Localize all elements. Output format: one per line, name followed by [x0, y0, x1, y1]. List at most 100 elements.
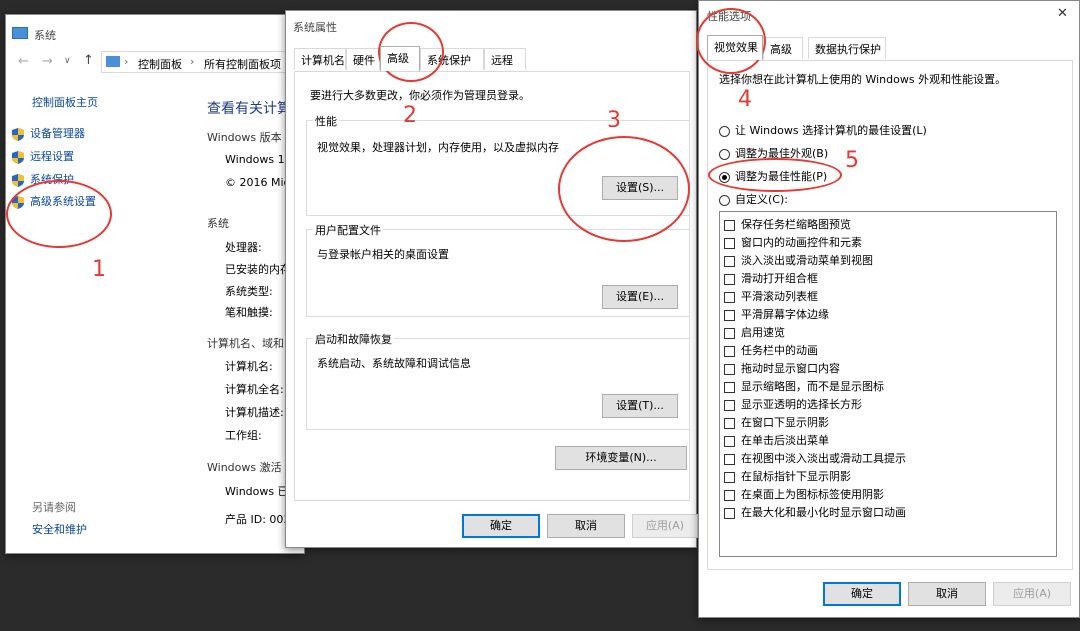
checkbox-item[interactable]: 在最大化和最小化时显示窗口动画 [724, 504, 906, 520]
checkbox-label: 拖动时显示窗口内容 [741, 362, 840, 375]
annotation-circle-advanced-settings [6, 180, 112, 248]
sidebar-item-label: 远程设置 [30, 150, 74, 163]
checkbox-icon [724, 327, 735, 339]
performance-options-dialog: 性能选项 ✕ 视觉效果 高级 数据执行保护 选择你想在此计算机上使用的 Wind… [698, 0, 1080, 618]
annotation-circle-settings-button [558, 136, 690, 242]
checkbox-label: 在桌面上为图标标签使用阴影 [741, 488, 884, 501]
checkbox-icon [724, 417, 735, 429]
checkbox-item[interactable]: 在窗口下显示阴影 [724, 414, 829, 430]
checkbox-item[interactable]: 在视图中淡入淡出或滑动工具提示 [724, 450, 906, 466]
checkbox-icon [724, 489, 735, 501]
tab-advanced[interactable]: 高级 [763, 37, 803, 59]
checkbox-label: 平滑滚动列表框 [741, 290, 818, 303]
checkbox-item[interactable]: 平滑滚动列表框 [724, 288, 818, 304]
tab-visual-effects[interactable]: 视觉效果 [707, 35, 763, 60]
back-arrow-icon[interactable]: ← [18, 54, 29, 69]
ok-button[interactable]: 确定 [823, 582, 901, 606]
checkbox-item[interactable]: 启用速览 [724, 324, 785, 340]
checkbox-label: 窗口内的动画控件和元素 [741, 236, 862, 249]
checkbox-label: 滑动打开组合框 [741, 272, 818, 285]
checkbox-label: 任务栏中的动画 [741, 344, 818, 357]
close-icon[interactable]: ✕ [1057, 6, 1068, 21]
checkbox-item[interactable]: 拖动时显示窗口内容 [724, 360, 840, 376]
radio-let-windows-choose[interactable]: 让 Windows 选择计算机的最佳设置(L) [719, 122, 927, 138]
tab-remote[interactable]: 远程 [484, 48, 526, 70]
checkbox-label: 在单击后淡出菜单 [741, 434, 829, 447]
edition-name: Windows 10 [225, 153, 292, 166]
visual-effects-description: 选择你想在此计算机上使用的 Windows 外观和性能设置。 [719, 73, 1007, 86]
checkbox-icon [724, 381, 735, 393]
checkbox-item[interactable]: 滑动打开组合框 [724, 270, 818, 286]
tab-strip: 计算机名 硬件 高级 系统保护 远程 [294, 46, 690, 72]
checkbox-icon [724, 453, 735, 465]
startup-recovery-settings-button[interactable]: 设置(T)... [602, 394, 678, 418]
checkbox-icon [724, 237, 735, 249]
checkbox-item[interactable]: 保存任务栏缩略图预览 [724, 216, 851, 232]
checkbox-item[interactable]: 在单击后淡出菜单 [724, 432, 829, 448]
annotation-number-1: 1 [92, 257, 106, 282]
full-computer-name-label: 计算机全名: [225, 383, 284, 396]
startup-recovery-description: 系统启动、系统故障和调试信息 [317, 357, 471, 370]
radio-icon [719, 194, 730, 206]
computer-icon [106, 56, 120, 67]
sidebar-item-device-manager[interactable]: 设备管理器 [12, 125, 85, 141]
workgroup-label: 工作组: [225, 429, 262, 442]
checkbox-item[interactable]: 平滑屏幕字体边缘 [724, 306, 829, 322]
up-arrow-icon[interactable]: ↑ [83, 53, 94, 68]
user-profile-description: 与登录帐户相关的桌面设置 [317, 248, 449, 261]
tab-advanced[interactable]: 高级 [380, 46, 420, 71]
chevron-down-icon[interactable]: ∨ [64, 56, 71, 66]
copyright: © 2016 Mic [225, 176, 290, 189]
breadcrumb-all-items[interactable]: 所有控制面板项 [204, 56, 281, 72]
checkbox-label: 显示缩略图，而不是显示图标 [741, 380, 884, 393]
sidebar-item-remote-settings[interactable]: 远程设置 [12, 148, 74, 164]
checkbox-icon [724, 219, 735, 231]
checkbox-label: 显示亚透明的选择长方形 [741, 398, 862, 411]
checkbox-label: 在最大化和最小化时显示窗口动画 [741, 506, 906, 519]
checkbox-icon [724, 399, 735, 411]
startup-recovery-group-title: 启动和故障恢复 [313, 331, 394, 347]
address-bar[interactable]: › 控制面板 › 所有控制面板项 [101, 51, 306, 73]
product-id: 产品 ID: 003 [225, 513, 291, 526]
radio-custom[interactable]: 自定义(C): [719, 191, 788, 207]
tab-hardware[interactable]: 硬件 [346, 48, 380, 70]
page-title: 查看有关计算 [207, 101, 291, 117]
dialog-title: 系统属性 [293, 21, 337, 34]
checkbox-item[interactable]: 任务栏中的动画 [724, 342, 818, 358]
activation-heading: Windows 激活 [207, 461, 282, 474]
shield-icon [12, 150, 24, 164]
breadcrumb-control-panel[interactable]: 控制面板 [138, 56, 182, 72]
security-maintenance-link[interactable]: 安全和维护 [32, 521, 87, 537]
visual-effects-list[interactable]: 保存任务栏缩略图预览窗口内的动画控件和元素 淡入淡出或滑动菜单到视图 滑动打开组合框… [719, 211, 1057, 557]
tab-dep[interactable]: 数据执行保护 [808, 37, 886, 59]
forward-arrow-icon[interactable]: → [42, 54, 53, 69]
performance-description: 视觉效果，处理器计划，内存使用，以及虚拟内存 [317, 141, 559, 154]
environment-variables-button[interactable]: 环境变量(N)... [555, 446, 687, 470]
cancel-button[interactable]: 取消 [547, 514, 625, 538]
cancel-button[interactable]: 取消 [908, 582, 986, 606]
tab-computer-name[interactable]: 计算机名 [294, 48, 346, 70]
checkbox-label: 淡入淡出或滑动菜单到视图 [741, 254, 873, 267]
checkbox-icon [724, 471, 735, 483]
ok-button[interactable]: 确定 [462, 514, 540, 538]
checkbox-item[interactable]: 显示缩略图，而不是显示图标 [724, 378, 884, 394]
checkbox-item[interactable]: 窗口内的动画控件和元素 [724, 234, 862, 250]
apply-button: 应用(A) [632, 514, 698, 538]
sidebar-home-link[interactable]: 控制面板主页 [32, 94, 98, 110]
processor-label: 处理器: [225, 241, 262, 254]
apply-button: 应用(A) [993, 582, 1071, 606]
checkbox-icon [724, 363, 735, 375]
checkbox-item[interactable]: 淡入淡出或滑动菜单到视图 [724, 252, 873, 268]
checkbox-item[interactable]: 显示亚透明的选择长方形 [724, 396, 862, 412]
checkbox-label: 在鼠标指针下显示阴影 [741, 470, 851, 483]
checkbox-label: 在视图中淡入淡出或滑动工具提示 [741, 452, 906, 465]
admin-note: 要进行大多数更改，你必须作为管理员登录。 [310, 89, 530, 102]
memory-label: 已安装的内存 [225, 263, 291, 276]
checkbox-label: 启用速览 [741, 326, 785, 339]
checkbox-icon [724, 309, 735, 321]
user-profile-settings-button[interactable]: 设置(E)... [602, 285, 678, 309]
checkbox-item[interactable]: 在鼠标指针下显示阴影 [724, 468, 851, 484]
checkbox-item[interactable]: 在桌面上为图标标签使用阴影 [724, 486, 884, 502]
radio-icon [719, 148, 730, 160]
checkbox-label: 在窗口下显示阴影 [741, 416, 829, 429]
